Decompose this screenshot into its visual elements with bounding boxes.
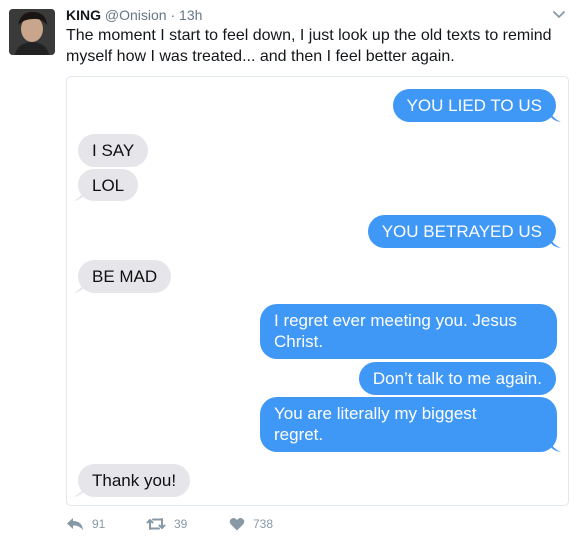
reply-button[interactable]: 91 [66, 517, 105, 531]
bubble-tail [549, 234, 561, 248]
message-text-line: You are literally my biggest [274, 404, 477, 423]
display-name[interactable]: KING [66, 7, 101, 23]
bubble-tail [549, 438, 561, 452]
reply-icon [67, 518, 83, 530]
retweet-button[interactable]: 39 [146, 517, 187, 531]
like-count: 738 [253, 517, 274, 531]
message-bubble-outgoing: I regret ever meeting you. Jesus Christ. [260, 304, 557, 359]
message-bubble-incoming: I SAY [78, 134, 149, 167]
tweet-header: KING @Onision · 13h [66, 6, 202, 24]
message-bubble-incoming: Thank you! [78, 464, 191, 497]
message-bubble-outgoing: YOU LIED TO US [392, 89, 556, 122]
message-text: YOU BETRAYED US [381, 222, 542, 241]
retweet-count: 39 [174, 517, 188, 531]
tweet-media-card[interactable]: YOU LIED TO US I SAY LOL YOU BETRAYED US… [66, 76, 569, 506]
message-text-line: I regret ever meeting you. Jesus [274, 311, 517, 330]
message-text: YOU LIED TO US [406, 96, 542, 115]
like-button[interactable]: 738 [229, 517, 273, 531]
bubble-tail [73, 279, 85, 293]
message-text: BE MAD [92, 267, 158, 286]
message-text: Don’t talk to me again. [372, 369, 542, 388]
bubble-tail [73, 187, 85, 201]
message-text-line: regret. [274, 425, 324, 444]
timestamp[interactable]: 13h [179, 7, 202, 23]
separator: · [170, 7, 176, 23]
handle[interactable]: @Onision [105, 7, 167, 23]
message-text-line: Christ. [274, 332, 324, 351]
message-bubble-outgoing: You are literally my biggest regret. [260, 397, 557, 452]
bubble-tail [549, 108, 561, 122]
bubble-tail [73, 483, 85, 497]
message-bubble-outgoing: YOU BETRAYED US [367, 215, 556, 248]
avatar-image [9, 9, 55, 55]
tweet-text: The moment I start to feel down, I just … [66, 27, 552, 65]
reply-count: 91 [92, 517, 106, 531]
message-bubble-incoming: BE MAD [78, 260, 172, 293]
message-text: I SAY [92, 141, 135, 160]
message-bubble-outgoing: Don’t talk to me again. [358, 362, 556, 395]
avatar[interactable] [9, 9, 55, 55]
retweet-icon [146, 518, 166, 530]
heart-icon [229, 517, 245, 531]
message-text: LOL [92, 176, 125, 195]
message-text: Thank you! [92, 471, 177, 490]
message-bubble-incoming: LOL [78, 169, 139, 201]
chevron-down-icon[interactable] [551, 6, 567, 22]
